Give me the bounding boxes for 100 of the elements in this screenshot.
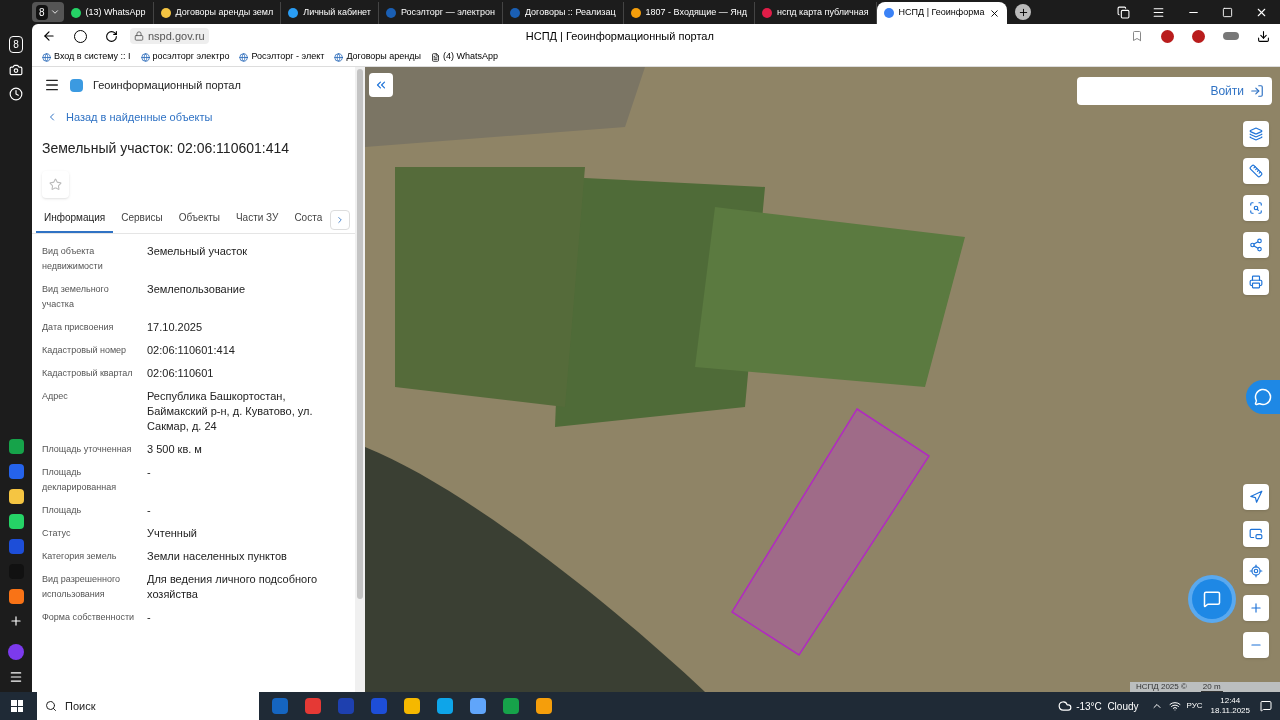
field-label: Статус xyxy=(42,526,72,540)
info-tab[interactable]: Объекты xyxy=(170,209,228,233)
back-link[interactable]: Назад в найденные объекты xyxy=(32,109,355,126)
chat-button[interactable] xyxy=(1192,579,1232,619)
bookmark-icon[interactable] xyxy=(1131,30,1143,42)
caret-icon xyxy=(49,7,60,17)
field-label: Вид объекта недвижимости xyxy=(42,244,104,273)
network-icon[interactable] xyxy=(1168,700,1181,712)
field-value: - xyxy=(147,609,152,625)
portal-brand: Геоинформационный портал xyxy=(93,77,241,93)
site-icon xyxy=(288,8,299,18)
ruler-icon xyxy=(1249,164,1263,178)
tab-title: НСПД | Геоинформа xyxy=(898,6,985,20)
new-tab-button[interactable] xyxy=(1015,4,1032,20)
site-icon xyxy=(630,8,641,18)
language-indicator[interactable]: РУС xyxy=(1186,700,1203,712)
field-label: Площадь уточненная xyxy=(42,442,133,456)
globe-icon xyxy=(42,52,51,62)
site-icon xyxy=(762,8,772,18)
tab-title: нспд карта публичная xyxy=(777,6,869,20)
map-tool-button[interactable] xyxy=(1243,121,1269,147)
satellite-map[interactable]: Войти НСПД 2025 © 20 m xyxy=(365,67,1280,692)
site-icon xyxy=(70,8,81,18)
tab-title: Личный кабинет xyxy=(303,6,371,20)
app-icon[interactable] xyxy=(8,589,24,604)
bookmark-link[interactable]: (4) WhatsApp xyxy=(431,50,499,64)
locate-icon xyxy=(1249,564,1263,578)
maximize-icon[interactable] xyxy=(1222,7,1233,18)
close-icon[interactable] xyxy=(989,7,1001,19)
map-tool-button[interactable] xyxy=(1243,484,1269,510)
history-icon[interactable] xyxy=(9,87,23,101)
field-value: - xyxy=(147,464,152,480)
tab-group-button[interactable]: 8 xyxy=(32,2,64,22)
search-field[interactable]: Поиск xyxy=(37,692,259,720)
menu-icon[interactable] xyxy=(44,77,60,93)
map-tool-button[interactable] xyxy=(1243,558,1269,584)
portal-logo-icon xyxy=(70,78,83,92)
attribution-text: НСПД 2025 © xyxy=(1136,681,1187,692)
reload-icon[interactable] xyxy=(105,29,118,43)
clock[interactable]: 12:44 18.11.2025 xyxy=(1210,696,1250,716)
globe-icon xyxy=(140,52,150,62)
menu-icon[interactable] xyxy=(1152,6,1165,19)
address-field[interactable]: nspd.gov.ru xyxy=(130,28,209,44)
map-tool-button[interactable] xyxy=(1243,521,1269,547)
bookmark-link[interactable]: Договоры аренды xyxy=(334,50,422,64)
notifications-icon[interactable] xyxy=(1260,700,1272,712)
tab-title: Договоры аренды земл xyxy=(175,6,274,20)
info-tab[interactable]: Сервисы xyxy=(113,209,171,233)
add-icon[interactable] xyxy=(9,614,23,628)
bookmark-link[interactable]: росэлторг электро xyxy=(140,50,230,64)
chat-icon xyxy=(1203,590,1221,608)
back-icon[interactable] xyxy=(42,29,56,43)
browser-tab[interactable]: НСПД | Геоинформа xyxy=(876,2,1008,24)
field-label: Вид земельного участка xyxy=(42,282,110,311)
collapse-panel-button[interactable] xyxy=(369,73,393,97)
info-tab[interactable]: Соста xyxy=(286,209,331,233)
bookmark-link[interactable]: Росэлторг - элект xyxy=(239,50,325,64)
login-button[interactable]: Войти xyxy=(1077,77,1272,105)
tabs-icon[interactable] xyxy=(1117,6,1130,19)
map-tool-button[interactable] xyxy=(1243,158,1269,184)
field-value: Республика Башкортостан, Баймакский р-н, д. Куватово, ул. Сакмар, д. 24 xyxy=(147,388,314,434)
layers-icon xyxy=(1249,127,1263,141)
download-icon[interactable] xyxy=(1257,29,1270,43)
app-icon[interactable] xyxy=(8,489,24,504)
scale-label: 20 m xyxy=(1200,682,1223,692)
app-icon[interactable] xyxy=(8,439,24,454)
field-value: 02:06:110601:414 xyxy=(147,342,236,358)
star-icon xyxy=(49,177,62,191)
bookmark-link[interactable]: Вход в систему :: I xyxy=(42,50,131,64)
feedback-button[interactable] xyxy=(1246,380,1280,414)
globe-icon xyxy=(239,52,249,62)
close-icon[interactable] xyxy=(1255,6,1268,19)
start-icon[interactable] xyxy=(11,700,23,712)
menu-icon[interactable] xyxy=(9,670,23,684)
lock-icon xyxy=(134,31,144,41)
info-tab[interactable]: Части ЗУ xyxy=(227,209,287,233)
scrollbar[interactable] xyxy=(355,67,365,692)
double-chevron-icon xyxy=(374,78,388,92)
field-label: Вид разрешенного использования xyxy=(42,572,122,601)
app-icon[interactable] xyxy=(8,514,24,529)
tab-title: (13) WhatsApp xyxy=(85,6,146,20)
camera-icon[interactable] xyxy=(9,63,23,77)
info-tab[interactable]: Информация xyxy=(36,209,114,233)
field-value: Учтенный xyxy=(147,525,198,541)
tab-title: Росэлторг — электрон xyxy=(400,6,495,20)
map-tool-button[interactable] xyxy=(1243,595,1269,621)
scan-icon xyxy=(1249,201,1263,215)
field-label: Кадастровый квартал xyxy=(42,366,134,380)
tab-group-count[interactable]: 8 xyxy=(9,36,23,53)
field-value: Для ведения личного подсобного хозяйства xyxy=(147,571,319,602)
weather-icon xyxy=(1058,699,1073,713)
object-title: Земельный участок: 02:06:110601:414 xyxy=(41,138,291,158)
field-value: 02:06:110601 xyxy=(147,365,215,381)
map-tool-button[interactable] xyxy=(1243,195,1269,221)
tab-title: Договоры :: Реализац xyxy=(524,6,616,20)
map-tool-button[interactable] xyxy=(1243,232,1269,258)
field-label: Дата присвоения xyxy=(42,320,115,334)
map-tool-button[interactable] xyxy=(1243,269,1269,295)
field-value: Земли населенных пунктов xyxy=(147,548,288,564)
document-icon xyxy=(431,52,441,62)
